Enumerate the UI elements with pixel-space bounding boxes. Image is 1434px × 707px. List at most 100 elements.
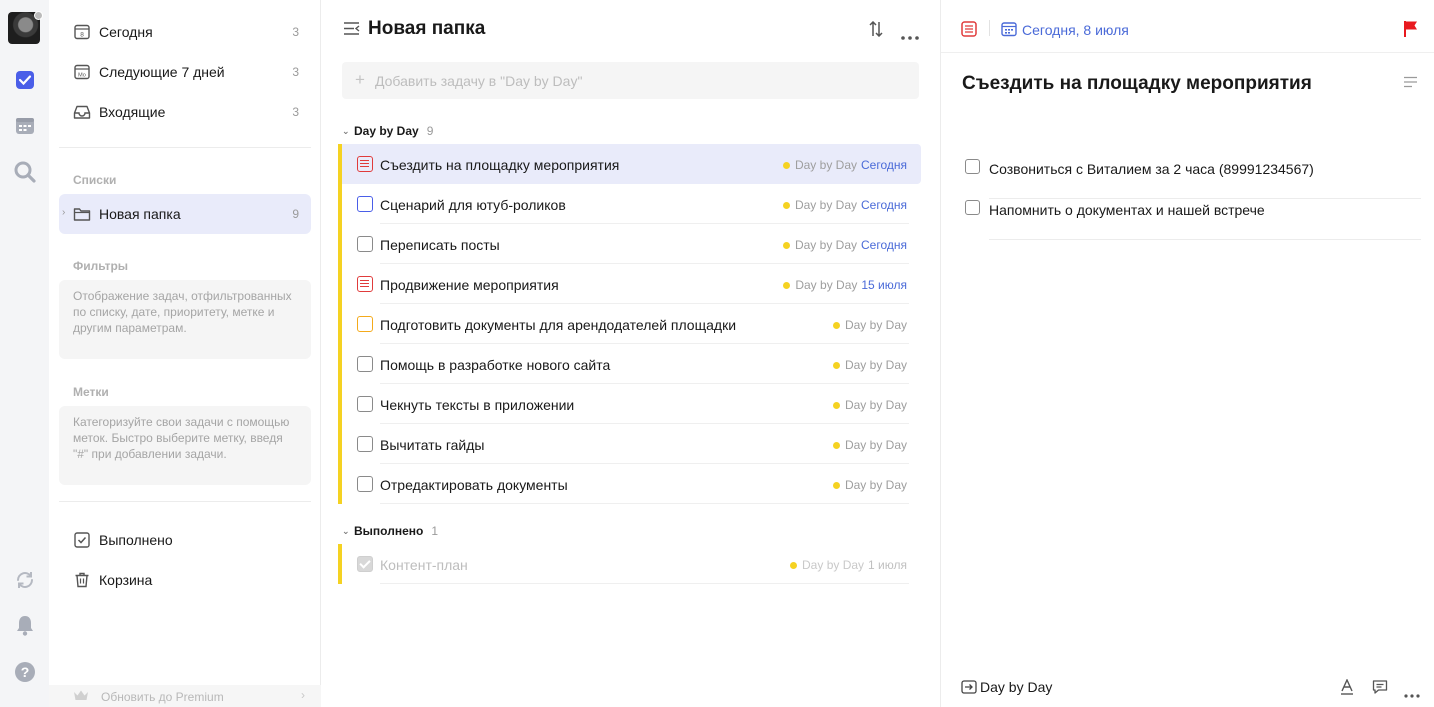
task-row[interactable]: Переписать посты Day by Day Сегодня	[338, 224, 921, 264]
move-to-list-icon[interactable]	[961, 680, 977, 699]
menu-collapse-icon[interactable]	[343, 21, 360, 41]
task-checkbox[interactable]	[357, 196, 373, 212]
priority-flag-icon[interactable]	[1403, 20, 1419, 43]
priority-checkbox-icon[interactable]	[961, 21, 977, 42]
group-count: 9	[426, 124, 434, 138]
group-header[interactable]: ⌄ Day by Day 9	[342, 123, 433, 139]
task-row[interactable]: Подготовить документы для арендодателей …	[338, 304, 921, 344]
task-row[interactable]: Съездить на площадку мероприятия Day by …	[338, 144, 921, 184]
crown-icon	[73, 689, 89, 704]
sync-icon[interactable]	[13, 568, 37, 592]
footer-list-name[interactable]: Day by Day	[980, 679, 1052, 695]
due-date[interactable]: Сегодня, 8 июля	[1022, 22, 1129, 38]
task-checkbox[interactable]	[357, 396, 373, 412]
completed-check-icon	[73, 531, 91, 549]
list-dot	[782, 241, 790, 249]
avatar-badge	[34, 11, 43, 20]
calendar-icon[interactable]	[1001, 21, 1017, 42]
subtask-text[interactable]: Созвониться с Виталием за 2 часа (899912…	[989, 161, 1314, 177]
lists-section-title: Списки	[73, 173, 117, 187]
tasks-checkbox-icon[interactable]	[13, 68, 37, 92]
task-row-completed[interactable]: Контент-план Day by Day 1 июля	[338, 544, 921, 584]
task-list-name: Day by Day	[844, 398, 907, 412]
task-row[interactable]: Чекнуть тексты в приложении Day by Day	[338, 384, 921, 424]
task-title: Отредактировать документы	[380, 477, 568, 493]
list-color-bar	[338, 144, 342, 184]
task-title: Подготовить документы для арендодателей …	[380, 317, 737, 333]
task-title: Продвижение мероприятия	[380, 277, 559, 293]
chevron-down-icon: ⌄	[342, 125, 350, 136]
icon-rail: ?	[0, 0, 49, 707]
sidebar: 8 Сегодня 3 Mo Следующие 7 дней 3 Входящ…	[49, 0, 321, 707]
sidebar-item-trash[interactable]: Корзина	[59, 560, 311, 600]
task-checkbox-checked[interactable]	[357, 556, 373, 572]
task-checkbox[interactable]	[357, 156, 373, 172]
calendar-week-icon: Mo	[73, 63, 91, 81]
task-detail-title[interactable]: Съездить на площадку мероприятия	[962, 73, 1312, 95]
calendar-icon[interactable]	[13, 114, 37, 138]
sidebar-item-label: Выполнено	[99, 532, 173, 548]
task-checkbox[interactable]	[357, 476, 373, 492]
task-row[interactable]: Вычитать гайды Day by Day	[338, 424, 921, 464]
chevron-right-icon[interactable]: ›	[62, 207, 65, 218]
row-divider	[380, 583, 909, 584]
subtask-checkbox[interactable]	[965, 200, 980, 215]
search-icon[interactable]	[13, 160, 37, 184]
toolbar-divider	[989, 20, 990, 36]
sidebar-item-label: Входящие	[99, 104, 166, 120]
task-checkbox[interactable]	[357, 276, 373, 292]
help-icon[interactable]: ?	[13, 660, 37, 684]
task-list-name: Day by Day	[844, 478, 907, 492]
subtask-text[interactable]: Напомнить о документах и нашей встрече	[989, 202, 1265, 218]
list-dot	[832, 321, 840, 329]
task-row[interactable]: Продвижение мероприятия Day by Day 15 июл…	[338, 264, 921, 304]
task-title: Сценарий для ютуб-роликов	[380, 197, 566, 213]
tags-hint: Категоризуйте свои задачи с помощью мето…	[59, 406, 311, 485]
sidebar-item-today[interactable]: 8 Сегодня 3	[59, 12, 311, 52]
sidebar-item-next-7-days[interactable]: Mo Следующие 7 дней 3	[59, 52, 311, 92]
sidebar-item-inbox[interactable]: Входящие 3	[59, 92, 311, 132]
task-date: 1 июля	[868, 558, 907, 572]
task-date: Сегодня	[861, 238, 907, 252]
sidebar-item-folder[interactable]: › Новая папка 9	[59, 194, 311, 234]
tags-section-title: Метки	[73, 385, 109, 399]
completed-group-header[interactable]: ⌄ Выполнено 1	[342, 523, 438, 539]
task-checkbox[interactable]	[357, 236, 373, 252]
task-checkbox[interactable]	[357, 436, 373, 452]
comment-icon[interactable]	[1372, 679, 1388, 700]
folder-icon	[73, 205, 91, 223]
task-date: Сегодня	[861, 198, 907, 212]
description-mode-icon[interactable]	[1403, 75, 1418, 93]
detail-toolbar: Сегодня, 8 июля	[941, 0, 1434, 53]
premium-label: Обновить до Premium	[101, 690, 224, 704]
list-color-bar	[338, 304, 342, 344]
upgrade-premium-button[interactable]: Обновить до Premium ›	[49, 685, 321, 707]
list-color-bar	[338, 544, 342, 584]
task-row[interactable]: Помощь в разработке нового сайта Day by …	[338, 344, 921, 384]
subtask-item[interactable]: Напомнить о документах и нашей встрече	[965, 199, 1421, 240]
sort-icon[interactable]	[869, 20, 883, 42]
sidebar-item-count: 3	[292, 105, 299, 119]
bell-icon[interactable]	[13, 613, 37, 637]
add-task-input[interactable]: + Добавить задачу в "Day by Day"	[342, 62, 919, 99]
task-detail-pane: Сегодня, 8 июля Съездить на площадку мер…	[940, 0, 1434, 707]
group-name: Выполнено	[354, 524, 424, 538]
subtask-item[interactable]: Созвониться с Виталием за 2 часа (899912…	[965, 158, 1421, 199]
filters-section-title: Фильтры	[73, 259, 129, 273]
task-row[interactable]: Сценарий для ютуб-роликов Day by Day Сего…	[338, 184, 921, 224]
task-list-name: Day by Day	[802, 558, 865, 572]
task-list-name: Day by Day	[794, 238, 857, 252]
task-title: Съездить на площадку мероприятия	[380, 157, 620, 173]
more-options-icon[interactable]	[901, 27, 919, 45]
divider	[59, 501, 311, 502]
task-checkbox[interactable]	[357, 356, 373, 372]
task-list-name: Day by Day	[794, 158, 857, 172]
more-options-icon[interactable]	[1404, 685, 1420, 703]
subtask-checkbox[interactable]	[965, 159, 980, 174]
text-format-icon[interactable]	[1340, 678, 1354, 700]
sidebar-item-completed[interactable]: Выполнено	[59, 520, 311, 560]
task-checkbox[interactable]	[357, 316, 373, 332]
task-list-name: Day by Day	[794, 198, 857, 212]
task-title: Вычитать гайды	[380, 437, 485, 453]
task-row[interactable]: Отредактировать документы Day by Day	[338, 464, 921, 504]
